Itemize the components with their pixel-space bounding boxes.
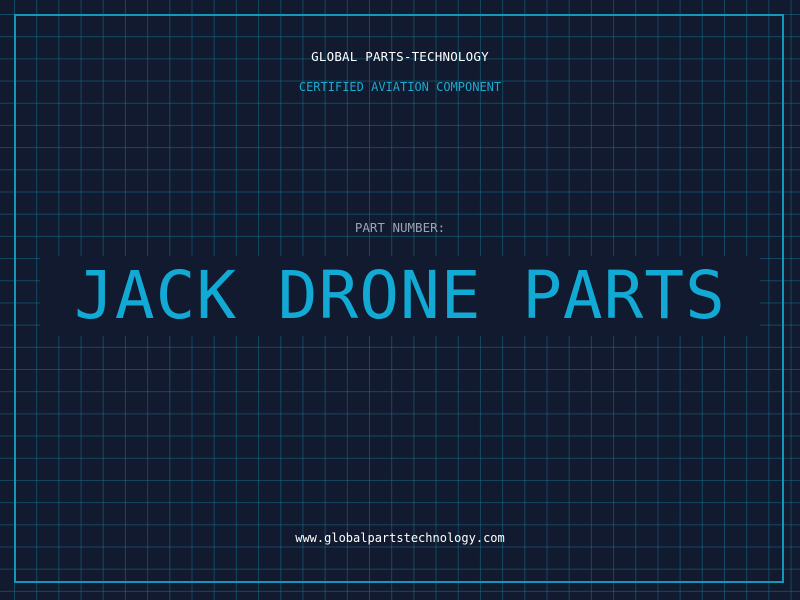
company-name: GLOBAL PARTS-TECHNOLOGY: [311, 49, 489, 64]
part-name: JACK DRONE PARTS: [74, 257, 726, 334]
part-number-label: PART NUMBER:: [354, 220, 446, 235]
certification-subtitle: CERTIFIED AVIATION COMPONENT: [298, 80, 502, 94]
website-url: www.globalpartstechnology.com: [295, 531, 505, 545]
